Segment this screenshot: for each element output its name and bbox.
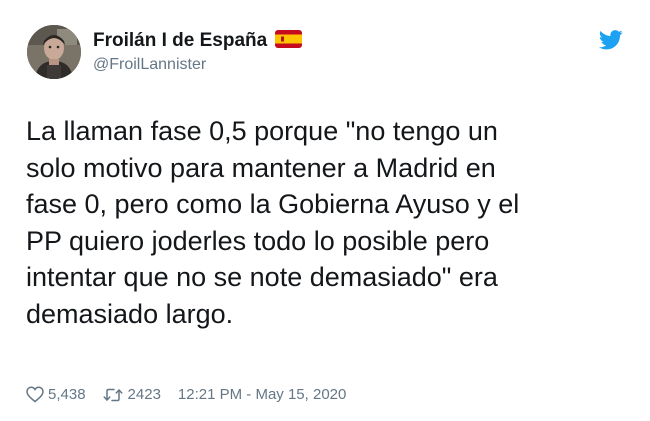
tweet-card: Froilán I de España @FroilLannister La l… [0, 0, 650, 421]
spain-flag-icon [275, 30, 303, 48]
retweet-icon [102, 387, 123, 403]
retweet-count: 2423 [127, 386, 161, 403]
avatar-photo [27, 25, 81, 79]
display-name-text[interactable]: Froilán I de España [93, 30, 267, 51]
user-handle[interactable]: @FroilLannister [93, 56, 206, 74]
retweet-button[interactable]: 2423 [86, 386, 161, 403]
avatar[interactable] [27, 25, 81, 79]
tweet-text: La llaman fase 0,5 porque "no tengo un s… [26, 116, 520, 329]
heart-icon [26, 386, 44, 403]
tweet-footer: 5,438 2423 12:21 PM - May 15, 2020 [26, 386, 346, 403]
display-name[interactable]: Froilán I de España [93, 30, 303, 52]
like-button[interactable]: 5,438 [26, 386, 86, 403]
like-count: 5,438 [48, 386, 86, 403]
twitter-bird-icon[interactable] [598, 30, 623, 50]
tweet-timestamp[interactable]: 12:21 PM - May 15, 2020 [178, 386, 346, 403]
